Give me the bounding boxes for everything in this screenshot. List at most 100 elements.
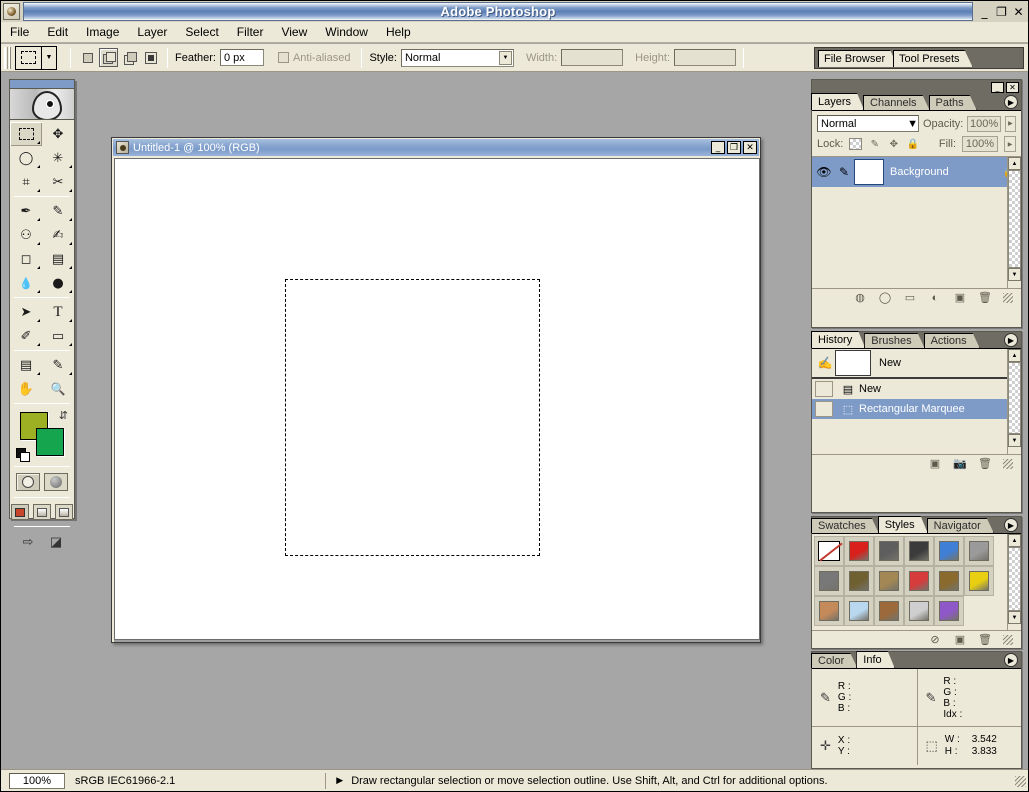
menu-view[interactable]: View [272,23,316,41]
layers-minimize-icon[interactable]: _ [991,81,1004,93]
background-color-swatch[interactable] [36,428,64,456]
lock-transparent-pixels-icon[interactable] [849,138,863,150]
subtract-from-selection-button[interactable] [120,48,139,67]
list-item[interactable]: ⬚ Rectangular Marquee [812,399,1021,419]
layers-close-icon[interactable]: ✕ [1006,81,1019,93]
menu-help[interactable]: Help [377,23,420,41]
zoom-tool[interactable]: 🔍 [42,377,74,401]
history-source-checkbox[interactable] [815,401,833,417]
scroll-down-icon[interactable]: ▼ [1008,268,1021,281]
rectangular-marquee-tool[interactable] [10,122,42,146]
document-minimize-icon[interactable]: _ [711,141,725,154]
tab-navigator[interactable]: Navigator [927,518,994,533]
tab-styles[interactable]: Styles [878,516,928,533]
window-resize-grip[interactable] [1015,776,1026,787]
resize-grip[interactable] [1003,458,1013,469]
menu-image[interactable]: Image [77,23,128,41]
feather-input[interactable]: 0 px [219,49,264,66]
clear-style-icon[interactable]: ⊘ [928,633,942,646]
add-to-selection-button[interactable] [99,48,118,67]
tab-actions[interactable]: Actions [924,333,980,348]
full-screen-mode-button[interactable] [55,504,73,520]
width-input[interactable] [561,49,624,66]
chevron-down-icon[interactable]: ▼ [498,50,512,65]
toolbox-drag-bar[interactable] [10,80,74,89]
minimize-icon[interactable]: _ [977,4,992,19]
scroll-down-icon[interactable]: ▼ [1008,611,1021,624]
history-snapshot-row[interactable]: ✍ New [812,349,1021,379]
scroll-down-icon[interactable]: ▼ [1008,434,1021,447]
style-swatch[interactable] [934,566,964,596]
tab-history[interactable]: History [811,331,865,348]
list-item[interactable]: ▤ New [812,379,1021,399]
standard-mask-mode-button[interactable] [16,473,40,491]
scroll-up-icon[interactable]: ▲ [1008,534,1021,547]
rectangle-shape-tool[interactable]: ▭ [42,324,74,348]
styles-palette-menu-icon[interactable]: ▶ [1004,518,1018,532]
menu-window[interactable]: Window [316,23,377,41]
new-selection-button[interactable] [78,48,97,67]
style-swatch[interactable] [874,566,904,596]
style-swatch[interactable] [964,566,994,596]
quick-mask-mode-button[interactable] [44,473,68,491]
new-style-icon[interactable]: ▣ [953,633,967,646]
info-palette-menu-icon[interactable]: ▶ [1004,653,1018,667]
tool-preset-picker[interactable]: ▼ [15,45,57,70]
adjustment-layer-icon[interactable]: ◐ [928,292,942,304]
options-bar-grip[interactable] [4,46,11,69]
document-close-icon[interactable]: ✕ [743,141,757,154]
gradient-tool[interactable]: ▤ [42,247,74,271]
layers-scrollbar[interactable]: ▲ ▼ [1007,157,1021,288]
type-tool[interactable]: T [42,300,74,324]
layer-mask-icon[interactable]: ◯ [878,291,892,304]
table-row[interactable]: 👁 ✎ Background 🔒 [812,157,1021,187]
lasso-tool[interactable]: ◯ [10,146,42,170]
chevron-down-icon[interactable]: ▼ [42,47,56,69]
status-menu-arrow-icon[interactable]: ▶ [336,775,343,786]
opacity-slider-arrow-icon[interactable]: ▶ [1004,115,1016,132]
maximize-icon[interactable]: ❐ [994,4,1009,19]
move-tool[interactable]: ✥ [42,122,74,146]
style-swatch[interactable] [874,536,904,566]
style-swatch[interactable] [874,596,904,626]
magic-wand-tool[interactable]: ✳ [42,146,74,170]
lock-position-icon[interactable]: ✥ [887,138,900,150]
tab-channels[interactable]: Channels [863,95,929,110]
style-swatch[interactable] [844,596,874,626]
tab-layers[interactable]: Layers [811,93,864,110]
tab-color[interactable]: Color [811,653,857,668]
style-swatch[interactable] [904,536,934,566]
preview-in-browser-icon[interactable]: ◪ [45,533,67,551]
layer-visibility-eye-icon[interactable]: 👁 [814,165,834,179]
swap-colors-icon[interactable]: ⇵ [59,409,68,422]
layers-palette-menu-icon[interactable]: ▶ [1004,95,1018,109]
crop-tool[interactable]: ⌗ [10,170,42,194]
clone-stamp-tool[interactable]: ⚇ [10,223,42,247]
resize-grip[interactable] [1003,634,1013,645]
eraser-tool[interactable]: ◻ [10,247,42,271]
layer-style-icon[interactable]: ◍ [853,291,867,304]
zoom-level-input[interactable]: 100% [9,772,65,789]
resize-grip[interactable] [1003,292,1013,303]
delete-state-icon[interactable]: 🗑 [978,457,992,470]
close-icon[interactable]: ✕ [1011,4,1026,19]
style-swatch[interactable] [904,566,934,596]
palette-well-tab-file-browser[interactable]: File Browser [818,50,898,67]
tab-info[interactable]: Info [856,651,894,668]
style-swatch[interactable] [934,596,964,626]
healing-brush-tool[interactable]: ✒ [10,199,42,223]
image-canvas[interactable] [114,158,760,640]
lock-all-icon[interactable]: 🔒 [906,138,919,150]
notes-tool[interactable]: ▤ [10,353,42,377]
menu-select[interactable]: Select [176,23,227,41]
height-input[interactable] [674,49,737,66]
path-selection-tool[interactable]: ➤ [10,300,42,324]
document-title-bar[interactable]: Untitled-1 @ 100% (RGB) _ ❐ ✕ [113,139,759,156]
style-swatch[interactable] [934,536,964,566]
style-swatch[interactable] [814,596,844,626]
create-new-snapshot-icon[interactable]: 📷 [953,457,967,470]
styles-scrollbar[interactable]: ▲ ▼ [1007,534,1021,630]
anti-aliased-checkbox[interactable] [277,52,289,63]
tab-brushes[interactable]: Brushes [864,333,924,348]
brush-tool[interactable]: ✎ [42,199,74,223]
